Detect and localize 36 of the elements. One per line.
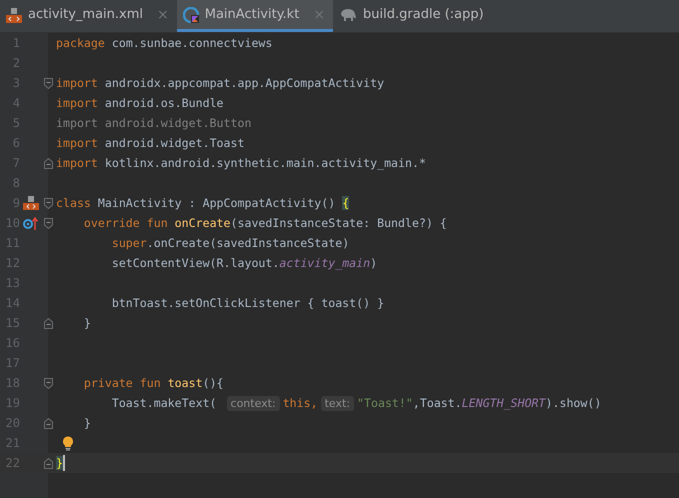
code-text: } (82, 316, 91, 330)
fold-icon[interactable] (44, 78, 52, 88)
code-text: import kotlinx.android.synthetic.main.activity_main.* (56, 156, 426, 170)
code-text: super.onCreate(savedInstanceState) (110, 236, 350, 250)
code-text: setContentView(R.layout.activity_main) (110, 256, 378, 270)
fold-icon[interactable] (44, 378, 52, 388)
code-text: btnToast.setOnClickListener { toast() } (110, 296, 384, 310)
code-text: private fun toast(){ (82, 376, 224, 390)
editor-tab[interactable]: MainActivity.kt × (176, 0, 334, 32)
editor-tab[interactable]: build.gradle (:app) (333, 0, 492, 32)
kotlin-file-icon (182, 6, 199, 22)
code-text: override fun onCreate(savedInstanceState: Bundle?) { (82, 216, 447, 230)
editor-tab[interactable]: activity_main.xml × (0, 0, 177, 32)
parameter-hint: context: (226, 396, 280, 410)
text-caret (62, 455, 65, 471)
layout-file-icon[interactable] (23, 196, 39, 210)
close-icon[interactable]: × (157, 6, 169, 22)
fold-icon[interactable] (44, 198, 52, 208)
code-text: } (82, 416, 91, 430)
code-text: "Toast!",Toast.LENGTH_SHORT).show() (357, 396, 602, 410)
fold-icon[interactable] (44, 218, 52, 228)
code-text: import androidx.appcompat.app.AppCompatActivity (56, 76, 384, 90)
code-text: class MainActivity : AppCompatActivity() { (56, 196, 350, 210)
code-text: this, (282, 396, 318, 410)
elephant-icon (339, 8, 358, 22)
parameter-hint: text: (320, 396, 354, 410)
code-text: package com.sunbae.connectviews (56, 36, 272, 50)
code-text: import android.widget.Toast (56, 136, 244, 150)
lightbulb-icon[interactable] (62, 436, 74, 450)
override-icon[interactable] (23, 216, 39, 230)
code-text: import android.widget.Button (56, 116, 252, 130)
fold-icon[interactable] (44, 458, 52, 468)
code-text: import android.os.Bundle (56, 96, 224, 110)
layout-file-icon (6, 6, 22, 22)
code-text: } (56, 456, 63, 470)
code-text: Toast.makeText( (110, 396, 218, 410)
